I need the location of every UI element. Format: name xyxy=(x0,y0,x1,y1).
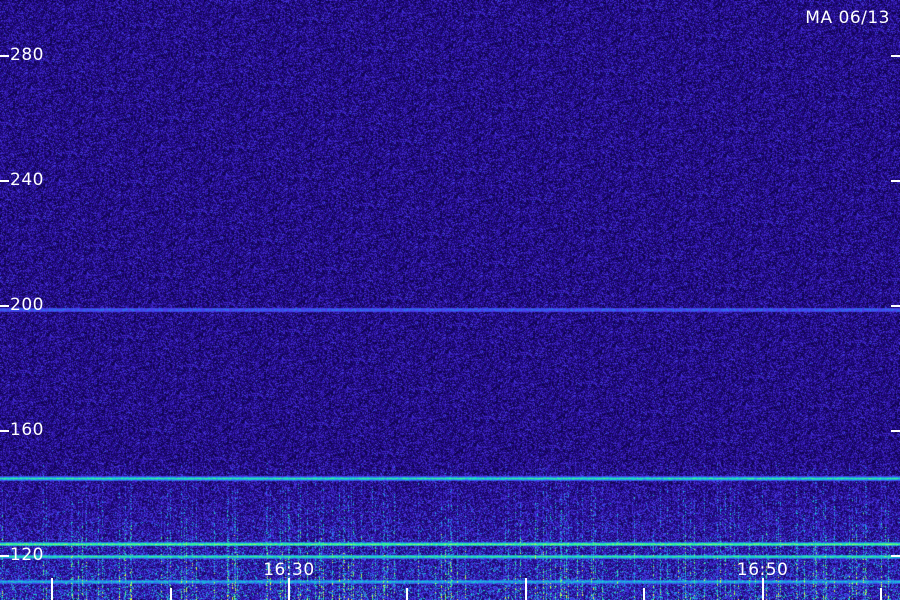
spectrogram-panel: 280240200160120 16:4016:3016:50 MA 06/13 xyxy=(0,0,900,600)
station-date-stamp: MA 06/13 xyxy=(805,8,890,28)
spectrogram-image xyxy=(0,0,900,600)
